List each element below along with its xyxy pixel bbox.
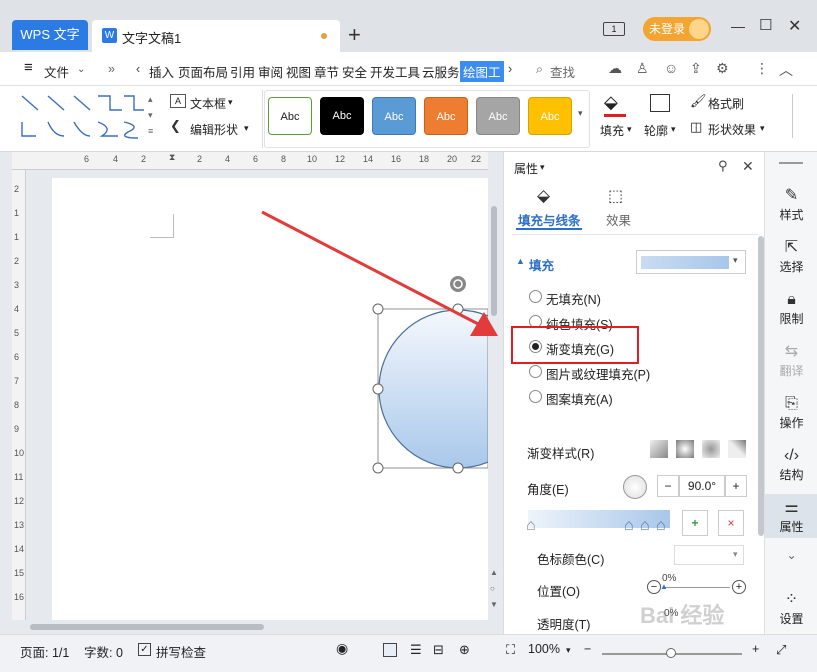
sidebar-item-label: 选择 <box>779 260 804 274</box>
zoom-in-icon[interactable]: + <box>752 642 759 656</box>
eye-protection-icon[interactable]: ◉ <box>336 640 348 657</box>
sidebar-item-style[interactable]: ✎ 样式 <box>765 186 817 223</box>
page-count[interactable]: 页面: 1/1 <box>20 642 69 661</box>
fit-page-icon[interactable]: ⛶ <box>506 642 515 658</box>
highlight-box <box>511 326 639 364</box>
position-label: 位置(O) <box>537 585 581 599</box>
transparency-label: 透明度(T) <box>537 618 591 632</box>
radio-no-fill[interactable] <box>529 290 542 303</box>
tab-fill-and-line[interactable]: 填充与线条 <box>518 210 581 229</box>
effects-icon: ⬚ <box>608 188 624 205</box>
tab-effects[interactable]: 效果 <box>606 210 631 229</box>
right-sidebar: ✎ 样式 ⇱ 选择 🔒︎ 限制 ⇆ 翻译 ⎘ 操作 ‹/› 结构 ⚌ 属性 ⌄ ⁘ 设置 <box>764 152 817 634</box>
angle-decrease-button[interactable]: − <box>657 475 679 497</box>
collapse-triangle-icon[interactable]: ▲ <box>516 256 525 266</box>
gradient-stop-marker[interactable]: ⌂ <box>526 517 536 535</box>
sliders-icon: ⚌ <box>784 499 799 516</box>
gradient-preview <box>641 256 729 269</box>
sidebar-item-label: 限制 <box>779 312 804 326</box>
fill-section-title[interactable]: 填充 <box>529 255 554 274</box>
pin-icon[interactable]: ⚲ <box>718 158 728 174</box>
sidebar-item-properties[interactable]: ⚌ 属性 <box>765 494 817 538</box>
lock-icon: 🔒︎ <box>787 291 796 308</box>
sidebar-expand-icon[interactable]: ⌄ <box>765 548 817 562</box>
sidebar-item-label: 样式 <box>779 208 804 222</box>
code-icon: ‹/› <box>783 447 800 464</box>
sidebar-item-operation[interactable]: ⎘ 操作 <box>765 394 817 431</box>
fill-line-icon: ⬙ <box>537 186 551 205</box>
sidebar-item-translate[interactable]: ⇆ 翻译 <box>765 342 817 379</box>
zoom-slider-thumb[interactable] <box>666 648 676 658</box>
sidebar-item-label: 设置 <box>779 612 804 626</box>
sidebar-item-label: 结构 <box>779 468 804 482</box>
watermark-logo: Bai 经验 <box>640 603 725 628</box>
gradient-style-radial[interactable] <box>676 440 694 458</box>
gradient-stop-marker[interactable]: ⌂ <box>656 517 666 535</box>
operation-icon: ⎘ <box>785 395 798 412</box>
properties-panel: 属性 ▾ ⚲ ✕ ⬙ 填充与线条 ⬚ 效果 ▲ 填充 ▾ 无填充(N) 纯色填充… <box>503 152 764 634</box>
fill-gradient-dropdown[interactable]: ▾ <box>636 250 746 274</box>
fullscreen-icon[interactable]: ⤢ <box>776 642 786 658</box>
zoom-dropdown-icon[interactable]: ▾ <box>566 645 571 656</box>
remove-stop-icon[interactable]: × <box>718 510 744 536</box>
word-count[interactable]: 字数: 0 <box>84 642 123 661</box>
angle-label: 角度(E) <box>527 483 569 497</box>
option-picture-fill[interactable]: 图片或纹理填充(P) <box>546 364 650 383</box>
angle-input[interactable]: 90.0° <box>679 475 725 497</box>
chevron-down-icon: ▾ <box>733 549 738 559</box>
zoom-out-icon[interactable]: − <box>584 642 591 656</box>
sidebar-item-label: 操作 <box>779 416 804 430</box>
position-decrease-button[interactable]: − <box>647 580 661 594</box>
gradient-style-label: 渐变样式(R) <box>527 447 595 461</box>
position-increase-button[interactable]: + <box>732 580 746 594</box>
option-pattern-fill[interactable]: 图案填充(A) <box>546 389 613 408</box>
gradient-style-linear[interactable] <box>650 440 668 458</box>
radio-picture-fill[interactable] <box>529 365 542 378</box>
angle-dial[interactable] <box>623 475 647 499</box>
gradient-stop-marker[interactable]: ⌂ <box>640 517 650 535</box>
stop-color-label: 色标颜色(C) <box>537 553 605 567</box>
stop-color-dropdown[interactable]: ▾ <box>674 545 744 565</box>
outline-view-icon[interactable]: ☰ <box>410 642 422 658</box>
settings-grid-icon: ⁘ <box>784 591 799 608</box>
panel-divider <box>512 234 758 235</box>
pen-icon: ✎ <box>784 187 799 204</box>
spell-check[interactable]: 拼写检查 <box>156 642 206 661</box>
gradient-stop-marker[interactable]: ⌂ <box>624 517 634 535</box>
panel-title-dropdown-icon[interactable]: ▾ <box>540 162 545 173</box>
position-slider[interactable] <box>664 587 730 588</box>
active-tab-underline <box>516 228 582 230</box>
sidebar-item-select[interactable]: ⇱ 选择 <box>765 238 817 275</box>
gradient-style-rect[interactable] <box>702 440 720 458</box>
checkbox-icon[interactable]: ✓ <box>138 643 151 656</box>
sidebar-item-restrict[interactable]: 🔒︎ 限制 <box>765 290 817 327</box>
reading-view-icon[interactable]: ⊟ <box>433 642 444 658</box>
zoom-level[interactable]: 100% <box>528 642 560 656</box>
close-panel-icon[interactable]: ✕ <box>742 158 754 175</box>
web-view-icon[interactable]: ⊕ <box>459 642 470 658</box>
sidebar-item-settings[interactable]: ⁘ 设置 <box>765 590 817 627</box>
sidebar-item-label: 属性 <box>779 520 804 534</box>
sidebar-item-structure[interactable]: ‹/› 结构 <box>765 446 817 483</box>
panel-title[interactable]: 属性 <box>514 160 538 177</box>
position-slider-thumb[interactable]: ▲ <box>660 582 668 591</box>
status-bar: 页面: 1/1 字数: 0 ✓ 拼写检查 ◉ ☰ ⊟ ⊕ ⛶ 100% ▾ − … <box>0 634 817 672</box>
angle-increase-button[interactable]: + <box>725 475 747 497</box>
gradient-style-path[interactable] <box>728 440 746 458</box>
page-view-icon[interactable] <box>383 643 397 657</box>
translate-icon: ⇆ <box>784 343 799 360</box>
sidebar-handle <box>779 162 803 164</box>
radio-pattern-fill[interactable] <box>529 390 542 403</box>
chevron-down-icon: ▾ <box>733 255 738 265</box>
add-stop-icon[interactable]: + <box>682 510 708 536</box>
cursor-icon: ⇱ <box>784 239 799 256</box>
sidebar-item-label: 翻译 <box>779 364 804 378</box>
option-no-fill[interactable]: 无填充(N) <box>546 289 601 308</box>
